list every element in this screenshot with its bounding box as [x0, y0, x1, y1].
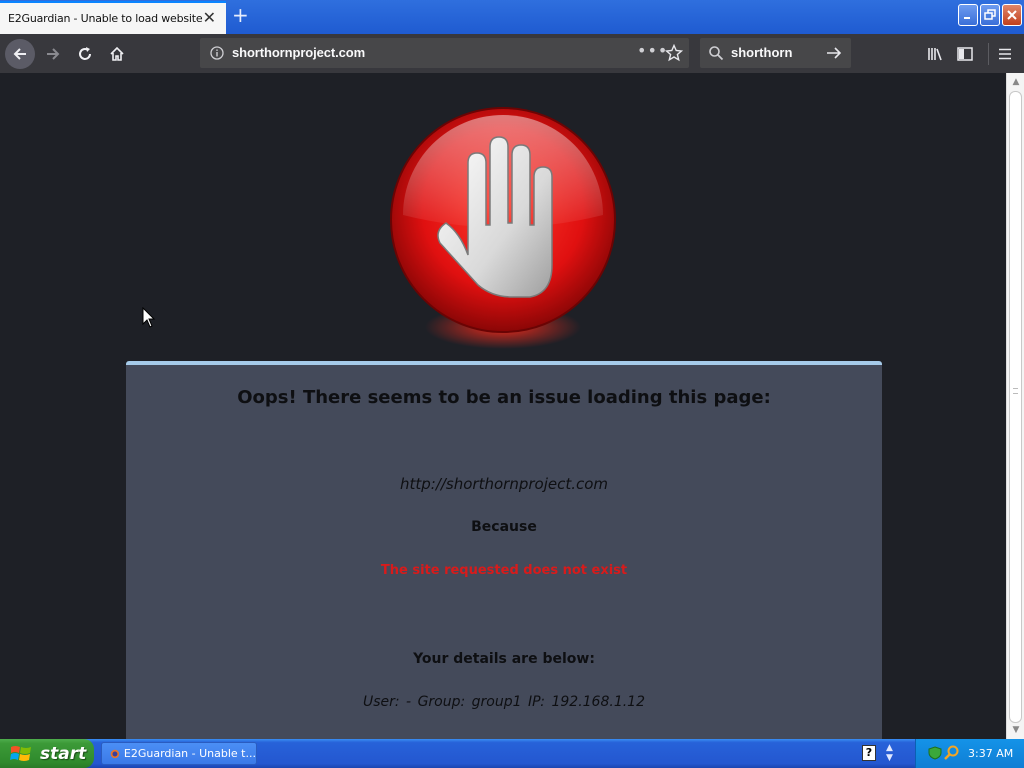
- search-icon: [709, 46, 724, 61]
- start-button[interactable]: start: [0, 739, 94, 768]
- title-bar: E2Guardian - Unable to load website ✕ +: [0, 0, 1024, 34]
- help-icon[interactable]: ?: [862, 745, 876, 761]
- sidebar-button[interactable]: [950, 34, 980, 73]
- minimize-icon: [964, 17, 970, 19]
- search-input[interactable]: shorthorn: [731, 45, 792, 60]
- toolbar-separator: [988, 43, 989, 65]
- address-bar[interactable]: shorthornproject.com •••: [200, 38, 689, 68]
- clock: 3:37 AM: [968, 747, 1014, 760]
- arrow-left-icon: [13, 47, 26, 60]
- tab-close-icon[interactable]: ✕: [203, 10, 216, 26]
- home-icon: [110, 46, 124, 61]
- because-label: Because: [471, 519, 537, 535]
- taskbar: start E2Guardian - Unable t... ? ▲ ▼ 3:37…: [0, 739, 1024, 768]
- tray-expand-icon[interactable]: ▲ ▼: [886, 743, 893, 763]
- requested-url: http://shorthornproject.com: [399, 475, 609, 493]
- vertical-scrollbar[interactable]: ▲ ▼: [1006, 73, 1024, 739]
- bookmark-star-icon[interactable]: [665, 44, 683, 62]
- library-button[interactable]: [920, 34, 950, 73]
- start-label: start: [40, 743, 87, 764]
- browser-app-icon: [110, 749, 120, 758]
- taskbar-item-firefox[interactable]: E2Guardian - Unable t...: [101, 742, 257, 765]
- scroll-down-icon[interactable]: ▼: [1010, 724, 1022, 736]
- mouse-cursor-icon: [142, 307, 156, 328]
- menu-button[interactable]: [990, 34, 1020, 73]
- url-text[interactable]: shorthornproject.com: [232, 45, 365, 60]
- hamburger-menu-icon: [999, 48, 1011, 59]
- page-actions-button[interactable]: •••: [637, 41, 668, 60]
- sidebar-icon: [957, 46, 973, 61]
- error-panel: Oops! There seems to be an issue loading…: [126, 361, 882, 739]
- close-window-button[interactable]: [1002, 4, 1022, 26]
- tab-e2guardian[interactable]: E2Guardian - Unable to load website ✕: [0, 1, 226, 34]
- restore-icon: [984, 9, 996, 20]
- windows-logo-icon: [10, 745, 31, 761]
- new-tab-button[interactable]: +: [232, 5, 249, 25]
- reload-icon: [79, 46, 91, 60]
- library-icon: [928, 47, 942, 60]
- search-go-icon[interactable]: [825, 45, 843, 61]
- page-content: Oops! There seems to be an issue loading…: [0, 73, 1006, 739]
- info-icon[interactable]: [210, 46, 224, 60]
- details-heading: Your details are below:: [413, 651, 595, 667]
- back-button[interactable]: [4, 34, 36, 73]
- scroll-up-icon[interactable]: ▲: [1010, 76, 1022, 88]
- tab-title: E2Guardian - Unable to load website: [8, 12, 203, 25]
- search-bar[interactable]: shorthorn: [700, 38, 851, 68]
- home-button[interactable]: [102, 34, 132, 73]
- close-icon: [1007, 10, 1017, 20]
- search-tray-icon[interactable]: [944, 745, 960, 761]
- restore-button[interactable]: [980, 4, 1000, 26]
- error-heading: Oops! There seems to be an issue loading…: [237, 387, 771, 408]
- nav-toolbar: shorthornproject.com ••• shorthorn: [0, 34, 1024, 73]
- arrow-right-icon: [47, 47, 60, 60]
- block-reason: The site requested does not exist: [380, 563, 628, 578]
- user-details: User: - Group: group1 IP: 192.168.1.12: [362, 694, 645, 710]
- window-controls: [958, 4, 1022, 26]
- minimize-button[interactable]: [958, 4, 978, 26]
- system-tray: 3:37 AM: [915, 739, 1024, 768]
- taskbar-item-label: E2Guardian - Unable t...: [123, 747, 256, 760]
- security-shield-icon[interactable]: [928, 746, 942, 760]
- forward-button[interactable]: [38, 34, 68, 73]
- scrollbar-thumb[interactable]: [1009, 91, 1022, 723]
- stop-hand-icon: [390, 107, 616, 349]
- reload-button[interactable]: [70, 34, 100, 73]
